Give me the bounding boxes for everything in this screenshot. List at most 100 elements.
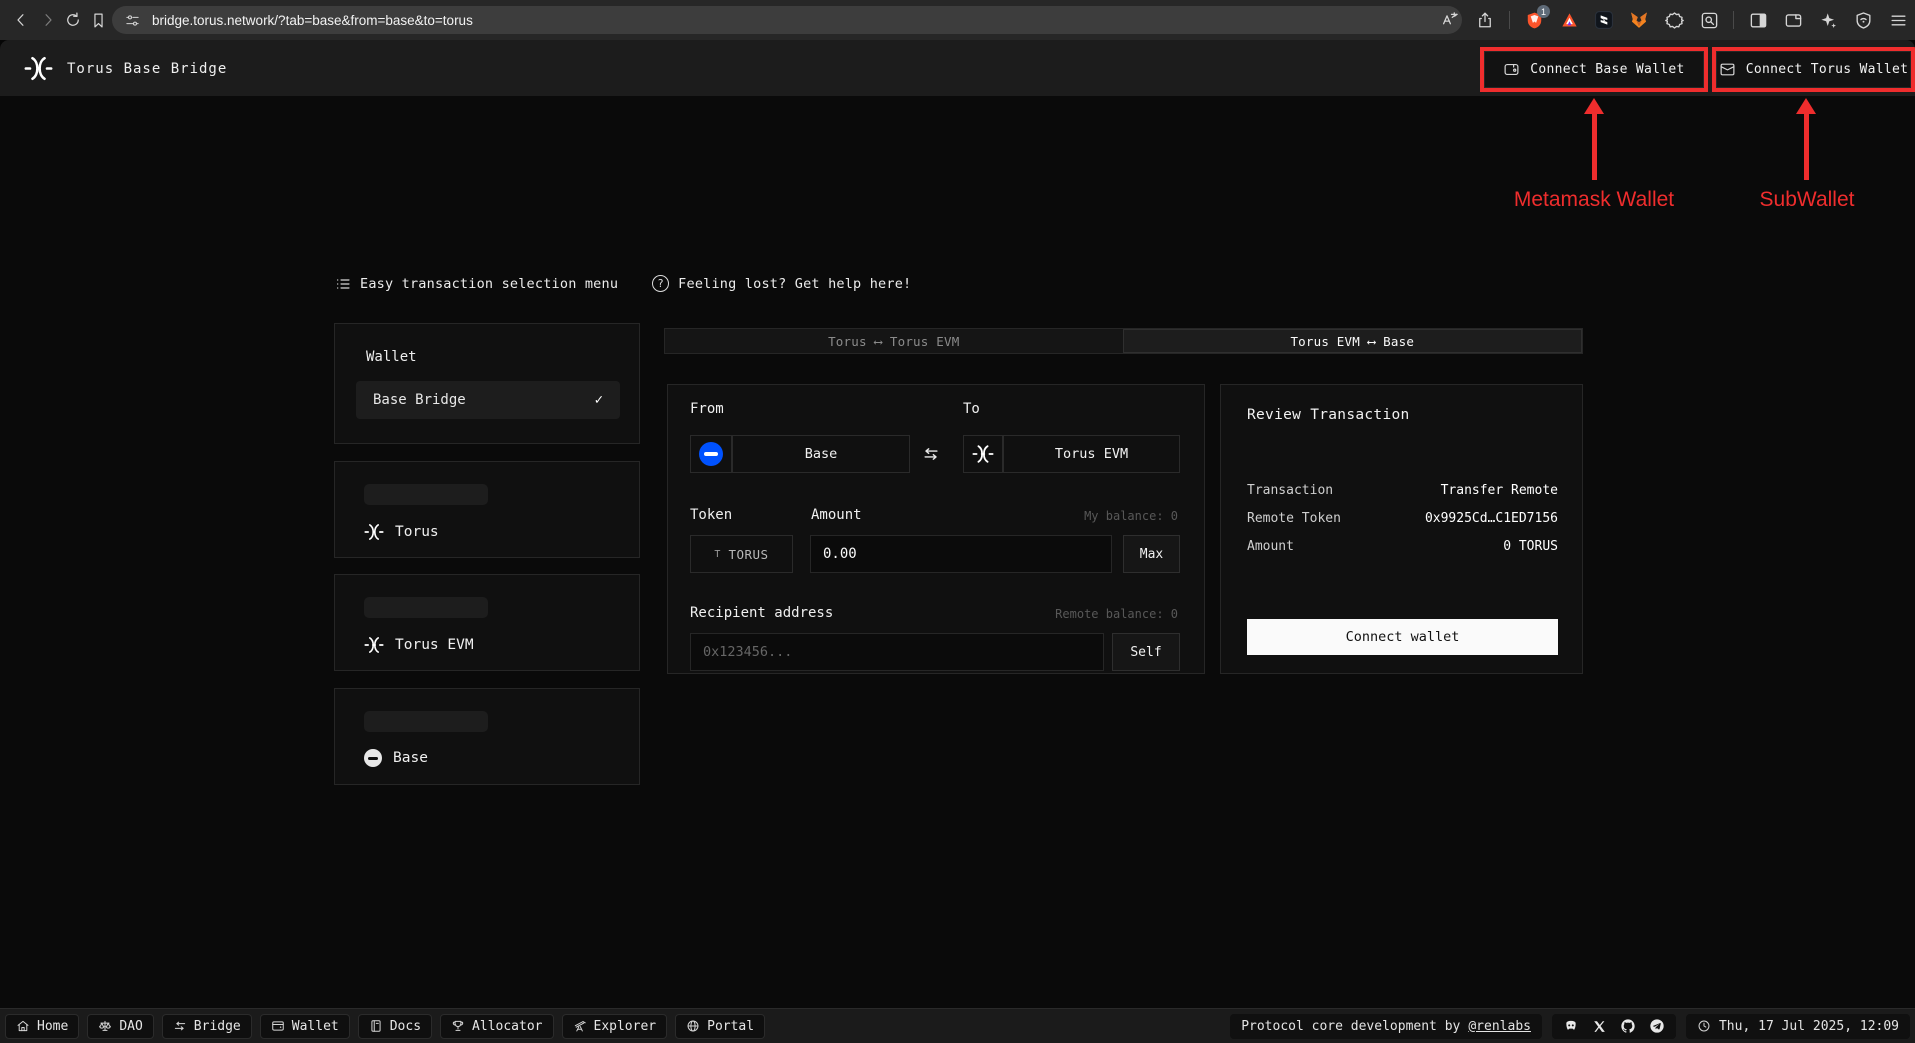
browser-extensions-area: 1 [1439, 0, 1909, 40]
torus-logo-icon [24, 56, 53, 81]
balance-skeleton [364, 484, 488, 505]
search-card-extension-icon[interactable] [1698, 9, 1720, 31]
self-button[interactable]: Self [1112, 633, 1180, 671]
leo-ai-icon[interactable] [1817, 9, 1839, 31]
social-links [1551, 1013, 1676, 1039]
home-icon [17, 1020, 29, 1032]
from-network-name: Base [804, 446, 838, 462]
discord-icon[interactable] [1563, 1018, 1579, 1034]
from-label: From [690, 401, 724, 417]
connect-base-wallet-label: Connect Base Wallet [1530, 62, 1685, 77]
github-icon[interactable] [1620, 1018, 1636, 1034]
url-text: bridge.torus.network/?tab=base&from=base… [152, 12, 473, 28]
annotation-box-torus-wallet: Connect Torus Wallet [1712, 47, 1915, 92]
sidebar-item-base-bridge[interactable]: Base Bridge ✓ [356, 381, 620, 419]
footer-link-label: Home [37, 1018, 69, 1034]
url-bar[interactable]: bridge.torus.network/?tab=base&from=base… [112, 6, 1462, 34]
swap-direction-icon[interactable] [921, 444, 941, 464]
footer-link-portal[interactable]: Portal [675, 1013, 766, 1039]
review-row-transaction: Transaction Transfer Remote [1247, 483, 1558, 498]
footer-link-explorer[interactable]: Explorer [561, 1013, 668, 1039]
base-logo-icon [699, 442, 723, 466]
network-card-torus[interactable]: Torus [334, 461, 640, 558]
review-label: Transaction [1247, 483, 1334, 498]
from-network-select[interactable]: Base [732, 435, 910, 473]
transaction-menu-link[interactable]: Easy transaction selection menu [335, 276, 618, 292]
amount-input[interactable] [810, 535, 1112, 573]
telegram-icon[interactable] [1649, 1018, 1665, 1034]
footer-link-label: Explorer [593, 1018, 657, 1034]
token-label: Token [690, 507, 733, 523]
metamask-extension-icon[interactable] [1628, 9, 1650, 31]
token-select[interactable]: T TORUS [690, 535, 793, 573]
x-icon[interactable] [1592, 1019, 1607, 1034]
footer-link-label: Wallet [291, 1018, 339, 1034]
to-network-select[interactable]: Torus EVM [1003, 435, 1180, 473]
brave-rewards-icon[interactable] [1558, 9, 1580, 31]
sidebar-panel-icon[interactable] [1747, 9, 1769, 31]
shield-badge: 1 [1537, 5, 1550, 18]
connect-wallet-button[interactable]: Connect wallet [1247, 619, 1558, 655]
review-label: Amount [1247, 539, 1294, 554]
connect-base-wallet-button[interactable]: Connect Base Wallet [1484, 51, 1704, 88]
connect-torus-wallet-button[interactable]: Connect Torus Wallet [1716, 51, 1911, 88]
forward-button[interactable] [35, 7, 61, 33]
to-label: To [963, 401, 980, 417]
wallet-selector-card: Wallet Base Bridge ✓ [334, 323, 640, 444]
annotation-label-metamask: Metamask Wallet [1513, 188, 1675, 211]
torus-evm-icon [364, 637, 384, 653]
question-icon: ? [652, 275, 670, 292]
from-network-icon-box [690, 435, 732, 473]
vpn-shield-icon[interactable] [1852, 9, 1874, 31]
bookmark-icon[interactable] [85, 7, 111, 33]
network-name: Torus EVM [395, 637, 474, 653]
torus-token-icon: T [714, 548, 721, 560]
get-help-link[interactable]: ? Feeling lost? Get help here! [652, 275, 911, 292]
footer-nav: Home DAO Bridge Wallet Docs Allocator Ex… [5, 1013, 766, 1039]
recipient-address-input[interactable] [690, 633, 1104, 671]
network-name: Torus [395, 524, 439, 540]
network-row-base: Base [364, 749, 428, 767]
brave-shield-icon[interactable]: 1 [1523, 5, 1550, 31]
balance-skeleton [364, 711, 488, 732]
menu-icon[interactable] [1887, 9, 1909, 31]
footer-link-docs[interactable]: Docs [357, 1013, 433, 1039]
share-icon[interactable] [1474, 9, 1496, 31]
wallet-icon [1504, 63, 1519, 76]
remote-balance-text: Remote balance: 0 [1055, 607, 1178, 621]
wallet-card-title: Wallet [366, 349, 417, 365]
translate-icon[interactable] [1439, 9, 1461, 31]
network-card-torus-evm[interactable]: Torus EVM [334, 574, 640, 671]
brand: Torus Base Bridge [24, 54, 227, 83]
reload-button[interactable] [60, 7, 86, 33]
footer-link-bridge[interactable]: Bridge [161, 1013, 252, 1039]
selected-bridge-label: Base Bridge [373, 392, 466, 408]
tab-torus-evm-base[interactable]: Torus EVM ⟷ Base [1122, 329, 1582, 353]
helper-row: Easy transaction selection menu ? Feelin… [335, 275, 911, 292]
max-button[interactable]: Max [1123, 535, 1180, 573]
footer-link-dao[interactable]: DAO [87, 1013, 154, 1039]
token-symbol: TORUS [728, 546, 769, 562]
network-row-torus-evm: Torus EVM [364, 635, 474, 655]
review-row-amount: Amount 0 TORUS [1247, 539, 1558, 554]
globe-icon [687, 1020, 699, 1032]
subwallet-extension-icon[interactable] [1593, 9, 1615, 31]
network-row-torus: Torus [364, 522, 439, 542]
back-button[interactable] [8, 7, 34, 33]
stamp-extension-icon[interactable] [1663, 9, 1685, 31]
review-value: 0 TORUS [1503, 539, 1558, 554]
network-card-base[interactable]: Base [334, 688, 640, 785]
bridge-form-card: From To Base Torus EVM Token Amount My b… [667, 384, 1205, 674]
recipient-label: Recipient address [690, 605, 834, 621]
footer-link-label: Allocator [472, 1018, 543, 1034]
review-title: Review Transaction [1247, 407, 1410, 423]
brave-wallet-icon[interactable] [1782, 9, 1804, 31]
app-header: Torus Base Bridge Connect Base Wallet Co… [0, 40, 1915, 96]
review-label: Remote Token [1247, 511, 1341, 526]
footer-link-wallet[interactable]: Wallet [259, 1013, 350, 1039]
footer-link-allocator[interactable]: Allocator [440, 1013, 554, 1039]
renlabs-link[interactable]: @renlabs [1468, 1019, 1531, 1034]
tab-torus-torus-evm[interactable]: Torus ⟷ Torus EVM [665, 329, 1123, 353]
footer-link-home[interactable]: Home [5, 1013, 80, 1039]
screen: bridge.torus.network/?tab=base&from=base… [0, 0, 1915, 1043]
